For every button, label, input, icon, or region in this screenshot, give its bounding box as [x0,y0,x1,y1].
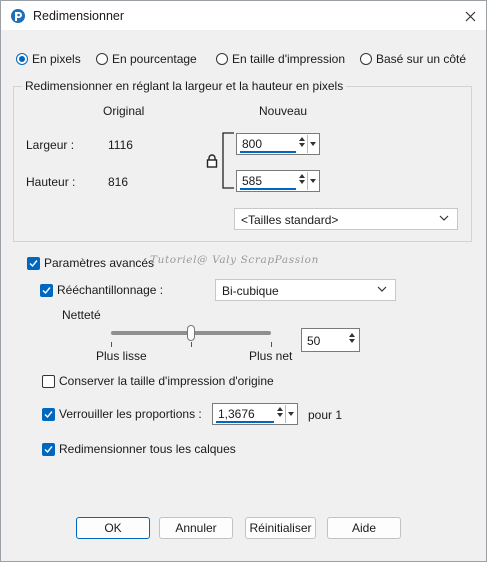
radio-label: Basé sur un côté [376,52,467,66]
close-button[interactable] [458,6,482,26]
input-focus-underline [216,421,274,423]
checkmark-icon [29,259,38,267]
checkbox-label: Verrouiller les proportions : [59,407,202,421]
ratio-value: 1,3676 [218,407,255,421]
slider-tick [271,342,272,347]
radio-en-taille-impression[interactable]: En taille d'impression [216,52,345,66]
radio-label: En pixels [32,52,81,66]
radio-label: En taille d'impression [232,52,346,66]
checkbox-label: Paramètres avancés [44,256,155,270]
keep-print-size-checkbox[interactable]: Conserver la taille d'impression d'origi… [42,374,274,388]
spin-dropdown[interactable] [307,172,318,190]
checkbox-box[interactable] [40,283,53,297]
spin-buttons[interactable] [347,331,357,349]
resample-method-select[interactable]: Bi-cubique [215,279,396,301]
width-original-value: 1116 [108,138,133,152]
window-title: Redimensionner [33,9,125,23]
checkbox-box[interactable] [42,407,55,421]
sharpness-input[interactable]: 50 [301,328,360,352]
checkbox-label: Conserver la taille d'impression d'origi… [59,374,274,388]
slider-min-label: Plus lisse [96,349,147,363]
radio-label: En pourcentage [112,52,197,66]
checkmark-icon [42,286,51,294]
standard-sizes-value: <Tailles standard> [241,213,339,227]
ratio-suffix: pour 1 [308,408,343,422]
spin-buttons[interactable] [297,172,307,190]
ok-button[interactable]: OK [76,517,150,539]
input-focus-underline [240,151,296,153]
column-new-header: Nouveau [259,104,308,118]
button-label: Annuler [175,521,217,535]
cancel-button[interactable]: Annuler [159,517,233,539]
spin-dropdown[interactable] [307,135,318,153]
resize-all-layers-checkbox[interactable]: Redimensionner tous les calques [42,442,236,456]
lock-icon[interactable] [206,154,218,168]
checkbox-label: Rééchantillonnage : [57,283,164,297]
button-label: Réinitialiser [249,521,312,535]
pixel-group-title: Redimensionner en réglant la largeur et … [22,79,347,93]
spin-dropdown[interactable] [285,405,296,423]
width-new-value: 800 [242,137,263,151]
height-label: Hauteur : [26,175,76,189]
checkmark-icon [44,445,53,453]
sharpness-value: 50 [307,334,321,348]
radio-indicator[interactable] [96,53,108,65]
checkbox-label: Redimensionner tous les calques [59,442,236,456]
slider-tick [191,342,192,347]
input-focus-underline [240,188,296,190]
width-new-input[interactable]: 800 [236,133,320,155]
column-original-header: Original [103,104,145,118]
resample-method-value: Bi-cubique [222,284,279,298]
checkbox-box[interactable] [42,374,55,388]
checkbox-box[interactable] [27,256,40,270]
height-new-input[interactable]: 585 [236,170,320,192]
radio-indicator[interactable] [216,53,228,65]
sharpness-label: Netteté [62,308,101,322]
button-label: OK [104,521,122,535]
width-label: Largeur : [26,138,75,152]
sharpness-slider-thumb[interactable] [187,325,195,341]
close-icon [465,11,475,21]
spin-buttons[interactable] [297,135,307,153]
slider-max-label: Plus net [249,349,293,363]
title-bar: Redimensionner [1,1,486,30]
button-label: Aide [351,521,377,535]
radio-base-sur-un-cote[interactable]: Basé sur un côté [360,52,466,66]
resample-checkbox[interactable]: Rééchantillonnage : [40,283,163,297]
chevron-down-icon [439,215,449,221]
slider-tick [111,342,112,347]
paintshop-icon [11,9,25,23]
advanced-params-checkbox[interactable]: Paramètres avancés [27,256,154,270]
height-original-value: 816 [108,175,129,189]
height-new-value: 585 [242,174,263,188]
radio-indicator[interactable] [360,53,372,65]
reset-button[interactable]: Réinitialiser [245,517,316,539]
checkbox-box[interactable] [42,442,55,456]
spin-buttons[interactable] [275,405,285,423]
radio-en-pourcentage[interactable]: En pourcentage [96,52,197,66]
help-button[interactable]: Aide [327,517,401,539]
standard-sizes-select[interactable]: <Tailles standard> [234,208,458,230]
radio-indicator[interactable] [16,53,28,65]
radio-en-pixels[interactable]: En pixels [16,52,81,66]
chevron-down-icon [377,286,387,292]
tutorial-watermark: Tutoriel@ Valy ScrapPassion [150,254,319,266]
checkmark-icon [44,410,53,418]
lock-ratio-checkbox[interactable]: Verrouiller les proportions : [42,407,202,421]
ratio-input[interactable]: 1,3676 [212,403,298,425]
